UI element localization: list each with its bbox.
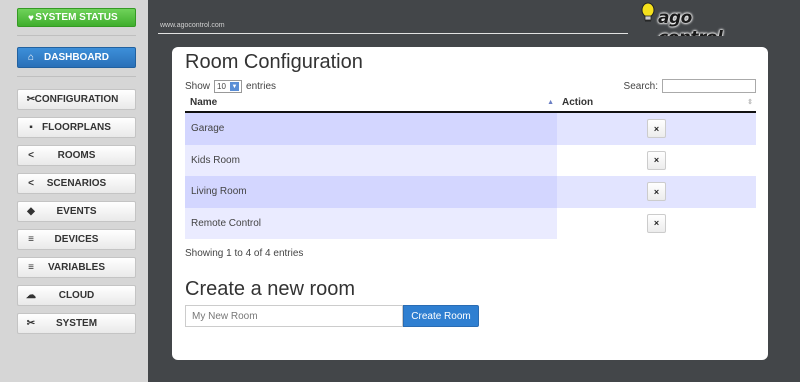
room-config-panel: Room Configuration Show 10 ▼ entries Sea… (172, 47, 768, 360)
close-icon: × (653, 186, 660, 197)
new-room-input[interactable] (185, 305, 403, 327)
action-cell: × (557, 145, 756, 177)
lightbulb-icon (641, 2, 655, 22)
ago-control-logo: ago control (636, 0, 756, 48)
sidebar-item-variables[interactable]: ≡ VARIABLES (17, 257, 136, 278)
sidebar-item-cloud[interactable]: ☁ CLOUD (17, 285, 136, 306)
home-icon: ⌂ (27, 52, 35, 63)
sidebar-divider (17, 35, 136, 36)
system-status-label: SYSTEM STATUS (35, 12, 118, 23)
sidebar-item-events[interactable]: ◆ EVENTS (17, 201, 136, 222)
table-header: Name ▲ Action ⇕ (185, 94, 756, 113)
search-input[interactable] (662, 79, 756, 93)
action-cell: × (557, 113, 756, 145)
room-name-cell[interactable]: Living Room (185, 176, 557, 208)
entries-length-control: Show 10 ▼ entries (185, 80, 276, 93)
sidebar-item-system[interactable]: ✂ SYSTEM (17, 313, 136, 334)
sidebar-item-label: CLOUD (58, 290, 95, 301)
close-icon: × (653, 218, 660, 229)
sidebar-item-label: DEVICES (54, 234, 99, 245)
sidebar-item-label: FLOORPLANS (42, 122, 111, 133)
action-cell: × (557, 208, 756, 240)
table-info: Showing 1 to 4 of 4 entries (185, 248, 304, 259)
create-room-button[interactable]: Create Room (403, 305, 479, 327)
column-header-name[interactable]: Name ▲ (185, 94, 557, 111)
sidebar-item-label: SCENARIOS (46, 178, 107, 189)
sidebar-item-scenarios[interactable]: < SCENARIOS (17, 173, 136, 194)
sidebar-item-label: SYSTEM (55, 318, 98, 329)
sidebar: ♥ SYSTEM STATUS ⌂ DASHBOARD ✂ CONFIGURAT… (0, 0, 148, 382)
entries-value: 10 (217, 82, 226, 91)
close-icon: × (653, 155, 660, 166)
column-header-action[interactable]: Action ⇕ (557, 94, 756, 111)
dashboard-button[interactable]: ⌂ DASHBOARD (17, 47, 136, 68)
sidebar-item-label: CONFIGURATION (34, 94, 119, 105)
system-status-button[interactable]: ♥ SYSTEM STATUS (17, 8, 136, 27)
dashboard-label: DASHBOARD (44, 52, 109, 63)
header: www.agocontrol.com ago control (148, 0, 800, 48)
rooms-table: Name ▲ Action ⇕ Garage × Kids Room × Liv… (185, 94, 756, 239)
wrench-icon: ✂ (26, 318, 36, 329)
list-icon: ≡ (28, 262, 34, 273)
cloud-icon: ☁ (26, 290, 36, 301)
column-header-label: Action (562, 97, 594, 108)
sort-both-icon: ⇕ (747, 99, 753, 106)
sidebar-item-configuration[interactable]: ✂ CONFIGURATION (17, 89, 136, 110)
sidebar-item-label: EVENTS (56, 206, 97, 217)
delete-room-button[interactable]: × (647, 119, 666, 139)
sidebar-item-floorplans[interactable]: ▪ FLOORPLANS (17, 117, 136, 138)
wrench-icon: ✂ (26, 94, 36, 105)
search-control: Search: (624, 79, 756, 93)
sidebar-item-label: ROOMS (57, 150, 96, 161)
table-row: Remote Control × (185, 207, 756, 240)
delete-room-button[interactable]: × (647, 150, 666, 170)
show-label: Show (185, 81, 211, 92)
room-name-cell[interactable]: Kids Room (185, 144, 557, 176)
event-icon: ◆ (27, 206, 35, 217)
create-room-title: Create a new room (185, 278, 356, 300)
grid-icon: ▪ (29, 122, 33, 133)
delete-room-button[interactable]: × (647, 182, 666, 202)
main-content: Room Configuration Show 10 ▼ entries Sea… (148, 36, 800, 382)
search-label: Search: (623, 80, 658, 92)
sidebar-item-rooms[interactable]: < ROOMS (17, 145, 136, 166)
header-divider (158, 33, 628, 34)
heart-icon: ♥ (28, 13, 34, 24)
entries-label: entries (246, 81, 277, 92)
sidebar-item-label: VARIABLES (47, 262, 106, 273)
list-icon: ≡ (28, 234, 34, 245)
close-icon: × (653, 123, 660, 134)
page-title: Room Configuration (185, 51, 363, 73)
entries-select[interactable]: 10 ▼ (214, 80, 243, 93)
delete-room-button[interactable]: × (647, 213, 666, 233)
table-row: Garage × (185, 113, 756, 145)
share-icon: < (28, 150, 34, 161)
room-name-cell[interactable]: Remote Control (185, 207, 557, 239)
action-cell: × (557, 176, 756, 208)
room-name-cell[interactable]: Garage (185, 113, 557, 145)
site-url[interactable]: www.agocontrol.com (160, 22, 225, 29)
sidebar-divider (17, 76, 136, 77)
table-row: Living Room × (185, 176, 756, 208)
sidebar-item-devices[interactable]: ≡ DEVICES (17, 229, 136, 250)
chevron-down-icon: ▼ (230, 82, 240, 91)
table-row: Kids Room × (185, 144, 756, 177)
column-header-label: Name (190, 97, 218, 108)
share-icon: < (28, 178, 34, 189)
sort-asc-icon: ▲ (547, 99, 554, 106)
